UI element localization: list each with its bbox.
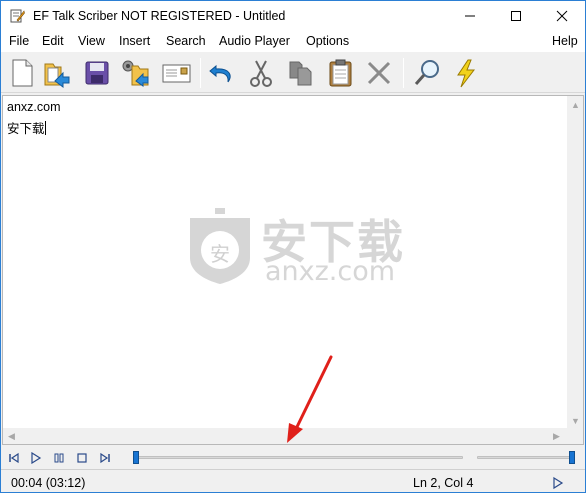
- status-bar: 00:04 (03:12) Ln 2, Col 4: [1, 471, 585, 492]
- find-button[interactable]: [411, 57, 443, 89]
- skip-back-icon: [9, 452, 19, 464]
- menu-view[interactable]: View: [78, 34, 105, 48]
- menu-file[interactable]: File: [9, 34, 29, 48]
- quick-action-button[interactable]: [450, 57, 482, 89]
- editor-line[interactable]: 安下载: [7, 118, 45, 137]
- cut-button[interactable]: [245, 57, 277, 89]
- paste-button[interactable]: [324, 57, 356, 89]
- close-icon: [556, 10, 568, 22]
- text-caret: [45, 121, 46, 135]
- toolbar-separator: [200, 58, 201, 88]
- app-window: EF Talk Scriber NOT REGISTERED - Untitle…: [0, 0, 586, 493]
- toolbar: [1, 53, 585, 93]
- watermark-badge: 安: [210, 242, 230, 266]
- vertical-scrollbar[interactable]: ▲ ▼: [567, 96, 583, 428]
- play-button[interactable]: [27, 450, 45, 466]
- app-notepad-icon: [9, 8, 25, 24]
- menu-insert[interactable]: Insert: [119, 34, 150, 48]
- play-icon: [31, 452, 42, 464]
- delete-icon: [367, 61, 391, 85]
- save-button[interactable]: [81, 57, 113, 89]
- find-icon: [414, 60, 439, 85]
- minimize-icon: [465, 15, 475, 17]
- open-button[interactable]: [41, 57, 73, 89]
- email-icon: [162, 64, 191, 83]
- menu-bar: File Edit View Insert Search Audio Playe…: [1, 32, 585, 52]
- scroll-down-icon[interactable]: ▼: [571, 416, 580, 426]
- position-slider-thumb[interactable]: [133, 451, 139, 464]
- scroll-left-icon[interactable]: ◀: [8, 431, 15, 441]
- undo-button[interactable]: [206, 57, 238, 89]
- cut-icon: [250, 60, 272, 87]
- scroll-right-icon[interactable]: ▶: [553, 431, 560, 441]
- title-bar: EF Talk Scriber NOT REGISTERED - Untitle…: [1, 1, 585, 32]
- pause-icon: [54, 453, 64, 463]
- copy-icon: [289, 61, 312, 86]
- menu-help[interactable]: Help: [552, 34, 578, 48]
- open-folder-icon: [44, 63, 70, 88]
- audio-player-bar: [1, 446, 585, 470]
- window-title: EF Talk Scriber NOT REGISTERED - Untitle…: [33, 9, 286, 23]
- close-button[interactable]: [539, 1, 585, 31]
- minimize-button[interactable]: [447, 1, 493, 31]
- play-icon: [553, 476, 564, 490]
- skip-forward-icon: [100, 452, 110, 464]
- undo-icon: [209, 64, 231, 83]
- position-track[interactable]: [133, 456, 463, 459]
- cursor-position: Ln 2, Col 4: [413, 476, 474, 490]
- open-audio-button[interactable]: [120, 57, 152, 89]
- email-button[interactable]: [160, 57, 192, 89]
- watermark-subtitle: anxz.com: [265, 256, 396, 287]
- volume-slider-thumb[interactable]: [569, 451, 575, 464]
- text-editor[interactable]: anxz.com 安下载 安 安下载 anxz.com ▲ ▼ ◀ ▶: [2, 95, 584, 445]
- skip-back-button[interactable]: [5, 450, 23, 466]
- horizontal-scrollbar[interactable]: ◀ ▶: [3, 428, 567, 444]
- save-icon: [85, 61, 109, 85]
- open-audio-icon: [122, 60, 149, 87]
- menu-edit[interactable]: Edit: [42, 34, 64, 48]
- stop-button[interactable]: [73, 450, 91, 466]
- playback-time: 00:04 (03:12): [11, 476, 86, 490]
- menu-search[interactable]: Search: [166, 34, 206, 48]
- menu-audio-player[interactable]: Audio Player: [219, 34, 290, 48]
- toolbar-separator: [403, 58, 404, 88]
- skip-forward-button[interactable]: [96, 450, 114, 466]
- volume-track[interactable]: [477, 456, 575, 459]
- pause-button[interactable]: [50, 450, 68, 466]
- lightning-icon: [457, 59, 476, 88]
- status-play-button[interactable]: [551, 476, 565, 490]
- stop-icon: [77, 453, 87, 463]
- paste-icon: [329, 59, 352, 87]
- new-document-button[interactable]: [6, 57, 38, 89]
- menu-options[interactable]: Options: [306, 34, 349, 48]
- editor-line[interactable]: anxz.com: [7, 100, 61, 114]
- scroll-corner: [567, 428, 583, 444]
- scroll-up-icon[interactable]: ▲: [571, 100, 580, 110]
- watermark: 安 安下载 anxz.com: [185, 208, 415, 288]
- delete-button[interactable]: [363, 57, 395, 89]
- copy-button[interactable]: [285, 57, 317, 89]
- maximize-button[interactable]: [493, 1, 539, 31]
- maximize-icon: [511, 11, 521, 21]
- new-document-icon: [12, 59, 33, 87]
